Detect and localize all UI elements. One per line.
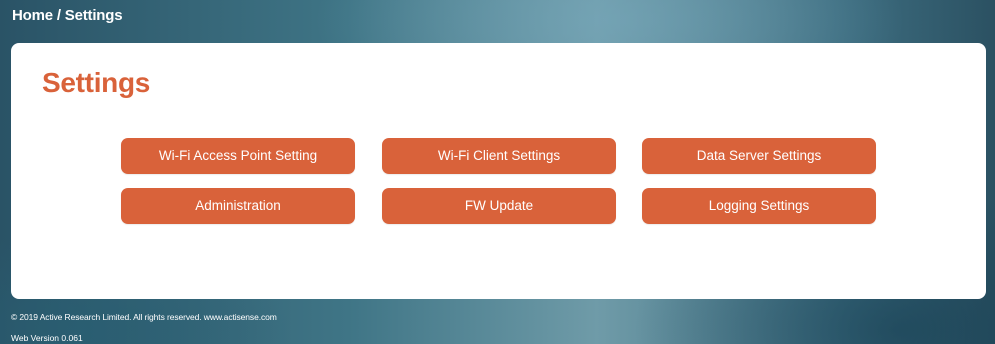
data-server-settings-button[interactable]: Data Server Settings (642, 138, 876, 174)
web-version-label: Web Version 0.061 (11, 333, 83, 343)
administration-button[interactable]: Administration (121, 188, 355, 224)
settings-card: Settings Wi-Fi Access Point Setting Wi-F… (11, 43, 986, 299)
footer-copyright: © 2019 Active Research Limited. All righ… (11, 312, 277, 322)
wifi-access-point-setting-button[interactable]: Wi-Fi Access Point Setting (121, 138, 355, 174)
logging-settings-button[interactable]: Logging Settings (642, 188, 876, 224)
fw-update-button[interactable]: FW Update (382, 188, 616, 224)
breadcrumb[interactable]: Home / Settings (12, 7, 123, 24)
wifi-client-settings-button[interactable]: Wi-Fi Client Settings (382, 138, 616, 174)
page-title: Settings (42, 67, 151, 98)
